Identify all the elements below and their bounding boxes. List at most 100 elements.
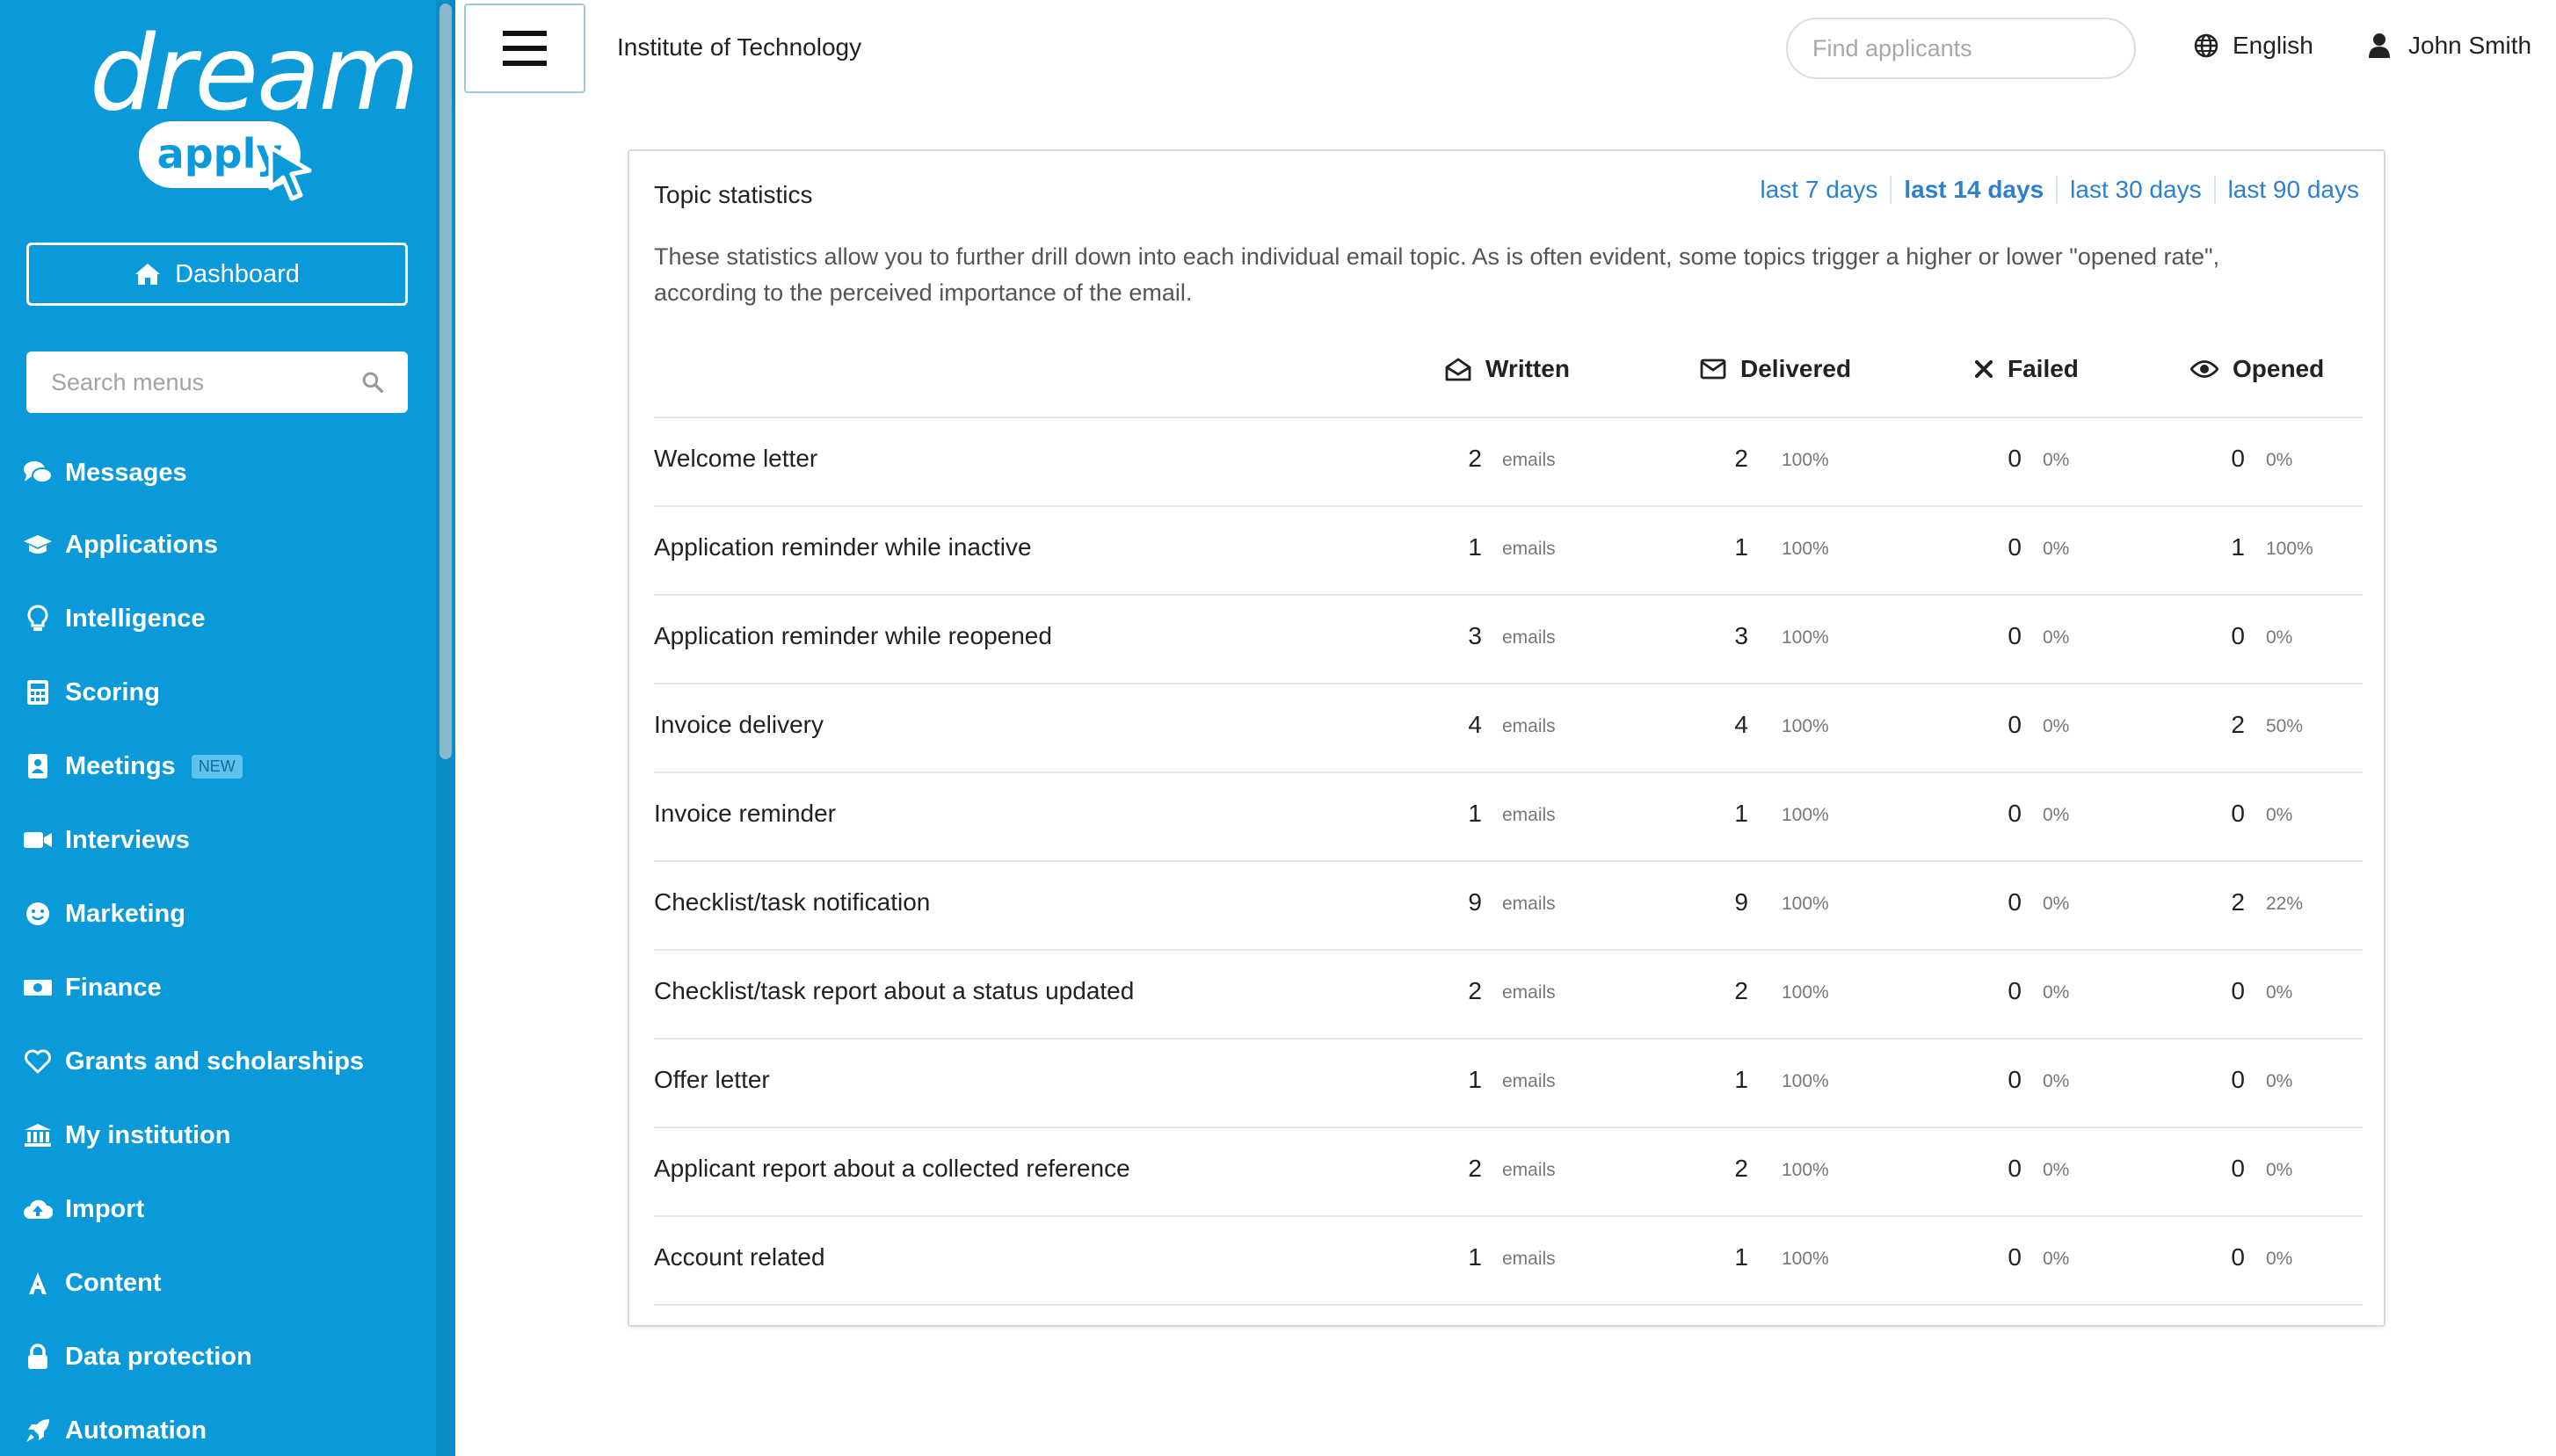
sidebar-item-interviews[interactable]: Interviews — [23, 814, 190, 866]
user-menu[interactable]: John Smith — [2368, 32, 2531, 60]
table-row: Application reminder while inactive 1 emai… — [654, 507, 2363, 596]
rocket-icon — [23, 1416, 53, 1445]
written-count: 2 — [1468, 1155, 1482, 1182]
column-header-written: Written — [1445, 355, 1570, 383]
sidebar: dream apply Dashboard Messages Applicati… — [0, 0, 436, 1456]
column-header-delivered: Delivered — [1700, 355, 1851, 383]
topic-name: Checklist/task report about a status upd… — [654, 977, 1135, 1004]
range-7-days[interactable]: last 7 days — [1748, 176, 1891, 204]
find-applicants-box — [1786, 18, 2136, 79]
delivered-percent: 100% — [1782, 1160, 1829, 1180]
failed-percent: 0% — [2043, 539, 2070, 559]
opened-count: 2 — [2231, 711, 2245, 738]
delivered-percent: 100% — [1782, 1071, 1829, 1091]
delivered-percent: 100% — [1782, 450, 1829, 470]
topic-name: Account related — [654, 1243, 825, 1271]
comments-icon — [23, 458, 53, 488]
opened-count: 0 — [2231, 800, 2245, 827]
sidebar-item-intelligence[interactable]: Intelligence — [23, 592, 206, 645]
written-unit: emails — [1502, 539, 1556, 559]
delivered-percent: 100% — [1782, 627, 1829, 648]
failed-percent: 0% — [2043, 1071, 2070, 1091]
opened-percent: 0% — [2266, 805, 2293, 825]
dashboard-button[interactable]: Dashboard — [26, 243, 408, 306]
column-header-label: Written — [1485, 355, 1570, 382]
find-applicants-input[interactable] — [1812, 34, 2124, 62]
written-unit: emails — [1502, 805, 1556, 825]
table-row: Checklist/task report about a status upd… — [654, 951, 2363, 1039]
failed-count: 0 — [2008, 711, 2022, 738]
sidebar-item-marketing[interactable]: Marketing — [23, 887, 185, 940]
sidebar-item-grants[interactable]: Grants and scholarships — [23, 1035, 364, 1088]
delivered-count: 2 — [1734, 1155, 1748, 1182]
calculator-icon — [23, 677, 53, 707]
failed-percent: 0% — [2043, 1249, 2070, 1269]
delivered-percent: 100% — [1782, 894, 1829, 914]
written-count: 2 — [1468, 977, 1482, 1004]
written-count: 2 — [1468, 445, 1482, 472]
hamburger-icon — [503, 31, 547, 66]
sidebar-item-label: My institution — [65, 1120, 231, 1149]
failed-percent: 0% — [2043, 1160, 2070, 1180]
topic-name: Offer letter — [654, 1066, 770, 1093]
university-icon — [23, 1120, 53, 1150]
dreamapply-logo[interactable]: dream apply — [81, 12, 419, 206]
opened-percent: 100% — [2266, 539, 2313, 559]
sidebar-item-meetings[interactable]: Meetings NEW — [23, 740, 243, 793]
opened-count: 1 — [2231, 533, 2245, 561]
opened-percent: 22% — [2266, 894, 2304, 914]
user-icon — [2369, 33, 2390, 58]
delivered-percent: 100% — [1782, 805, 1829, 825]
table-row: Invoice reminder 1 emails 1 100% 0 0% 0 0% — [654, 773, 2363, 862]
opened-count: 0 — [2231, 977, 2245, 1004]
sidebar-item-my-institution[interactable]: My institution — [23, 1109, 230, 1162]
table-row: Invoice delivery 4 emails 4 100% 0 0% 2 50% — [654, 685, 2363, 773]
topic-name: Invoice delivery — [654, 711, 824, 738]
topic-name: Invoice reminder — [654, 800, 836, 827]
sidebar-item-label: Messages — [65, 458, 187, 487]
panel-title: Topic statistics — [654, 181, 813, 208]
dashboard-label: Dashboard — [175, 259, 300, 288]
menu-search-input[interactable] — [51, 368, 362, 396]
search-icon[interactable] — [362, 370, 383, 395]
sidebar-item-data-protection[interactable]: Data protection — [23, 1330, 252, 1383]
topbar: Institute of Technology English John Smi… — [455, 0, 2556, 98]
failed-count: 0 — [2008, 533, 2022, 561]
written-count: 1 — [1468, 1243, 1482, 1271]
font-icon — [23, 1268, 53, 1298]
range-30-days[interactable]: last 30 days — [2056, 176, 2213, 204]
date-range-selector: last 7 days last 14 days last 30 days la… — [1748, 176, 2359, 204]
envelope-open-icon — [1445, 358, 1471, 381]
table-row: Offer letter 1 emails 1 100% 0 0% 0 0% — [654, 1039, 2363, 1128]
delivered-percent: 100% — [1782, 982, 1829, 1003]
written-count: 3 — [1468, 622, 1482, 649]
written-unit: emails — [1502, 894, 1556, 914]
opened-count: 0 — [2231, 1066, 2245, 1093]
sidebar-item-automation[interactable]: Automation — [23, 1404, 207, 1456]
delivered-count: 1 — [1734, 800, 1748, 827]
failed-percent: 0% — [2043, 716, 2070, 736]
sidebar-scrollbar[interactable] — [436, 0, 455, 1456]
sidebar-item-messages[interactable]: Messages — [23, 446, 187, 499]
sidebar-item-applications[interactable]: Applications — [23, 518, 218, 571]
menu-toggle-button[interactable] — [464, 4, 585, 93]
language-label: English — [2233, 32, 2313, 59]
sidebar-item-label: Intelligence — [65, 604, 206, 633]
delivered-count: 3 — [1734, 622, 1748, 649]
opened-count: 0 — [2231, 1243, 2245, 1271]
sidebar-item-scoring[interactable]: Scoring — [23, 666, 160, 719]
home-icon — [135, 264, 161, 285]
range-90-days[interactable]: last 90 days — [2213, 176, 2359, 204]
table-row: Welcome letter 2 emails 2 100% 0 0% 0 0% — [654, 418, 2363, 507]
failed-percent: 0% — [2043, 627, 2070, 648]
column-header-label: Delivered — [1740, 355, 1852, 382]
language-selector[interactable]: English — [2194, 32, 2313, 60]
sidebar-scrollbar-thumb[interactable] — [439, 4, 452, 759]
sidebar-item-import[interactable]: Import — [23, 1183, 144, 1235]
cloud-upload-icon — [23, 1194, 53, 1224]
sidebar-item-content[interactable]: Content — [23, 1257, 162, 1309]
sidebar-item-finance[interactable]: Finance — [23, 961, 162, 1014]
delivered-percent: 100% — [1782, 539, 1829, 559]
range-14-days[interactable]: last 14 days — [1890, 176, 2056, 204]
failed-percent: 0% — [2043, 982, 2070, 1003]
